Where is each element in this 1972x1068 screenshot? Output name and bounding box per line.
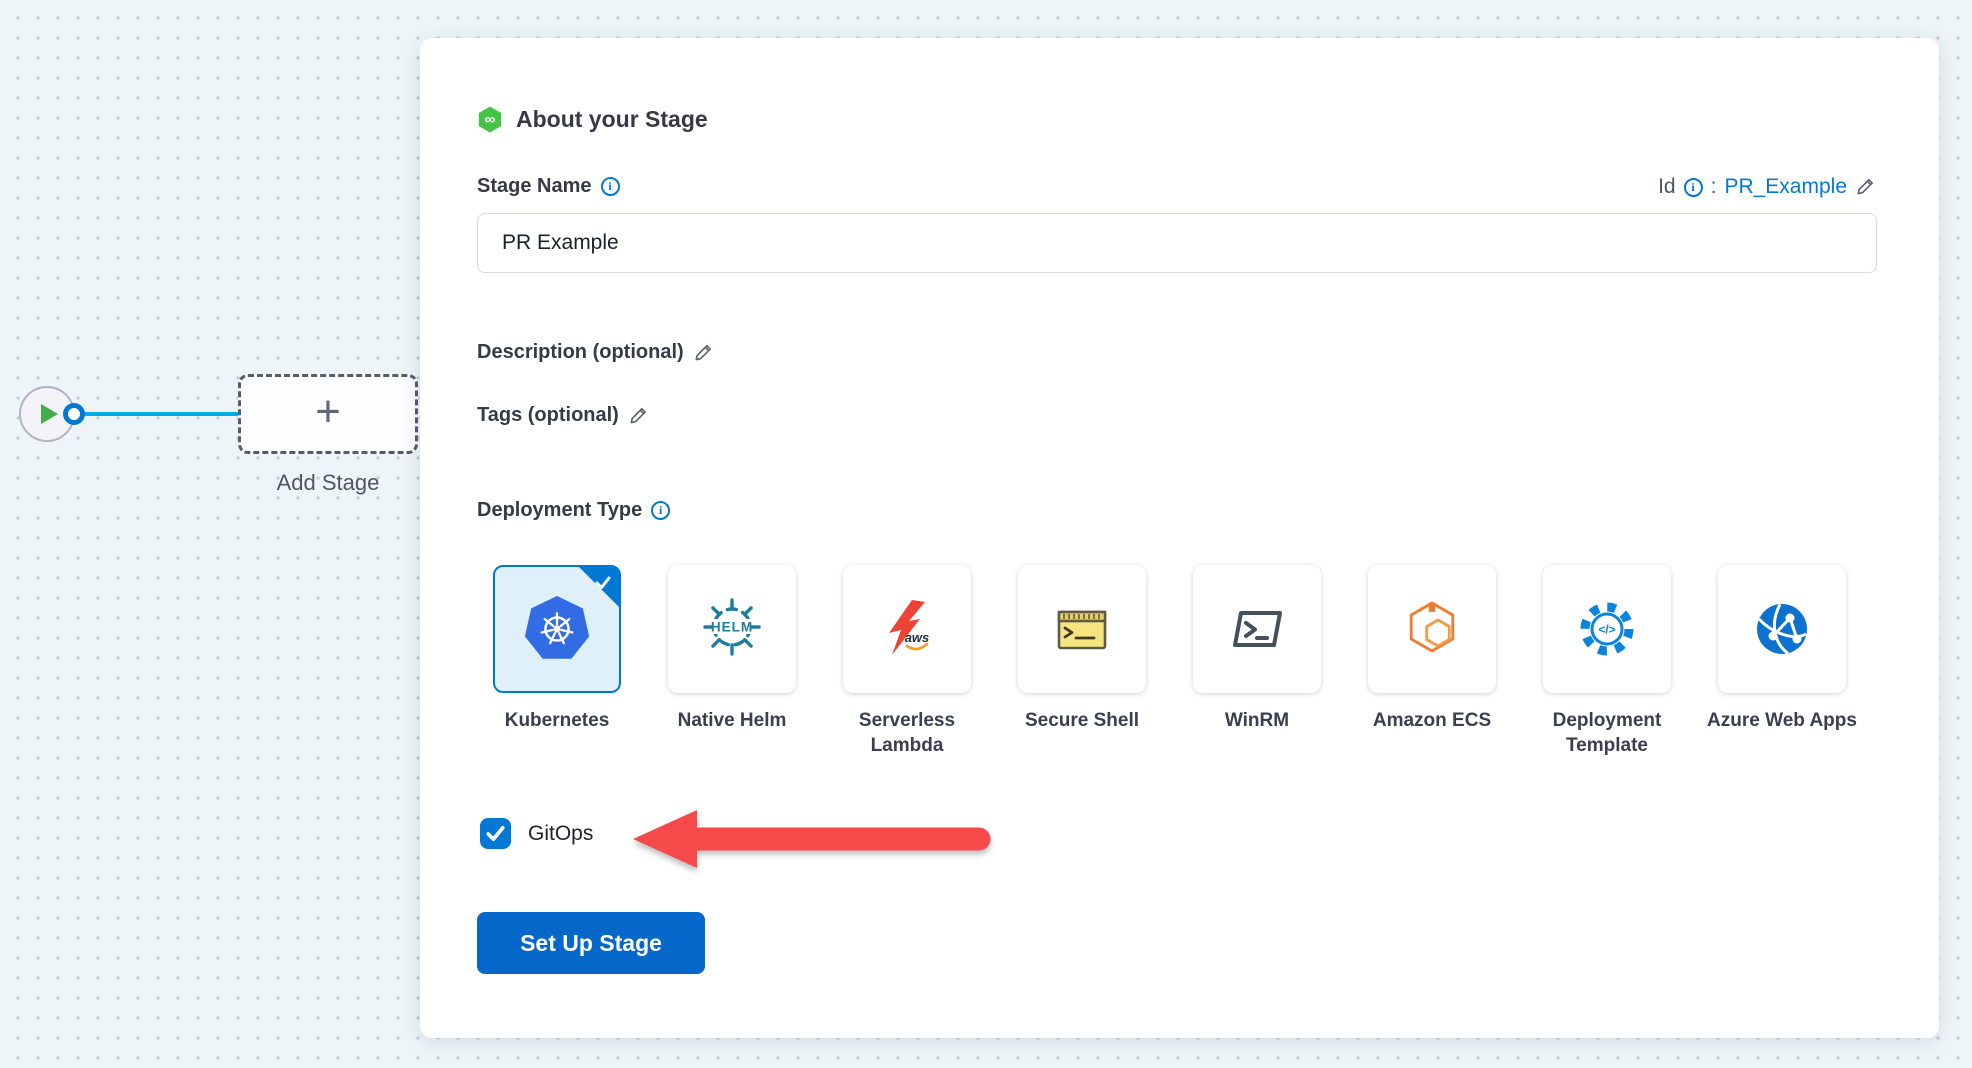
gitops-checkbox[interactable] xyxy=(480,818,511,849)
set-up-stage-button[interactable]: Set Up Stage xyxy=(477,912,705,974)
card-label: Deployment Template xyxy=(1527,709,1687,758)
deployment-type-row: Deployment Type i xyxy=(477,499,670,522)
azure-web-apps-icon xyxy=(1750,597,1814,661)
stage-name-row: Stage Name i xyxy=(477,175,620,198)
svg-text:</>: </> xyxy=(1598,623,1615,637)
helm-icon: HELM xyxy=(699,597,765,661)
deployment-type-options: Kubernetes HE xyxy=(477,565,1862,758)
winrm-card[interactable] xyxy=(1193,565,1321,693)
panel-header: ∞ About your Stage xyxy=(477,106,708,133)
deployment-option-kubernetes: Kubernetes xyxy=(477,565,637,758)
deployment-option-amazon-ecs: Amazon ECS xyxy=(1352,565,1512,758)
id-label: Id xyxy=(1658,175,1676,199)
stage-name-label: Stage Name xyxy=(477,175,592,198)
description-row: Description (optional) xyxy=(477,341,715,364)
cd-stage-icon: ∞ xyxy=(477,107,503,133)
deployment-option-serverless-lambda: aws Serverless Lambda xyxy=(827,565,987,758)
connector-anchor-node[interactable] xyxy=(63,403,85,425)
secure-shell-icon xyxy=(1050,597,1114,661)
kubernetes-card[interactable] xyxy=(493,565,621,693)
stage-id-value[interactable]: PR_Example xyxy=(1724,175,1847,199)
stage-name-input[interactable] xyxy=(477,213,1877,273)
edit-description-pencil-icon[interactable] xyxy=(693,342,715,364)
add-stage-button[interactable]: + xyxy=(238,374,418,454)
edit-id-pencil-icon[interactable] xyxy=(1855,176,1877,198)
tags-row: Tags (optional) xyxy=(477,404,650,427)
native-helm-card[interactable]: HELM xyxy=(668,565,796,693)
amazon-ecs-card[interactable] xyxy=(1368,565,1496,693)
about-stage-panel: ∞ About your Stage Stage Name i Id i : P… xyxy=(420,38,1939,1038)
deployment-option-native-helm: HELM Native Helm xyxy=(652,565,812,758)
card-label: Native Helm xyxy=(678,709,787,734)
info-icon[interactable]: i xyxy=(601,177,620,196)
deployment-type-label: Deployment Type xyxy=(477,499,642,522)
svg-text:HELM: HELM xyxy=(711,620,753,635)
tags-label: Tags (optional) xyxy=(477,404,619,427)
card-label: Secure Shell xyxy=(1025,709,1139,734)
amazon-ecs-icon xyxy=(1400,597,1464,661)
selected-check-icon xyxy=(590,570,616,596)
deployment-option-secure-shell: Secure Shell xyxy=(1002,565,1162,758)
plus-icon: + xyxy=(315,390,341,434)
panel-title: About your Stage xyxy=(516,106,708,133)
play-icon xyxy=(41,404,58,424)
description-label: Description (optional) xyxy=(477,341,684,364)
add-stage-label: Add Stage xyxy=(228,470,428,496)
serverless-lambda-icon: aws xyxy=(875,597,939,661)
deployment-template-icon: </> xyxy=(1575,597,1639,661)
card-label: WinRM xyxy=(1225,709,1289,734)
svg-text:aws: aws xyxy=(905,630,930,645)
deployment-option-deployment-template: </> Deployment Template xyxy=(1527,565,1687,758)
card-label: Kubernetes xyxy=(505,709,610,734)
deployment-template-card[interactable]: </> xyxy=(1543,565,1671,693)
card-label: Amazon ECS xyxy=(1373,709,1491,734)
card-label: Azure Web Apps xyxy=(1707,709,1857,734)
pipeline-connector-line xyxy=(74,412,242,416)
azure-web-apps-card[interactable] xyxy=(1718,565,1846,693)
secure-shell-card[interactable] xyxy=(1018,565,1146,693)
gitops-label: GitOps xyxy=(528,822,593,846)
card-label: Serverless Lambda xyxy=(827,709,987,758)
serverless-lambda-card[interactable]: aws xyxy=(843,565,971,693)
stage-id-row: Id i : PR_Example xyxy=(1658,175,1877,199)
deployment-option-azure-web-apps: Azure Web Apps xyxy=(1702,565,1862,758)
edit-tags-pencil-icon[interactable] xyxy=(628,405,650,427)
deployment-option-winrm: WinRM xyxy=(1177,565,1337,758)
gitops-row: GitOps xyxy=(480,818,593,849)
info-icon[interactable]: i xyxy=(1684,178,1703,197)
winrm-icon xyxy=(1225,597,1289,661)
red-annotation-arrow xyxy=(625,800,1005,880)
info-icon[interactable]: i xyxy=(651,501,670,520)
check-icon xyxy=(480,818,511,849)
id-separator: : xyxy=(1711,175,1717,199)
